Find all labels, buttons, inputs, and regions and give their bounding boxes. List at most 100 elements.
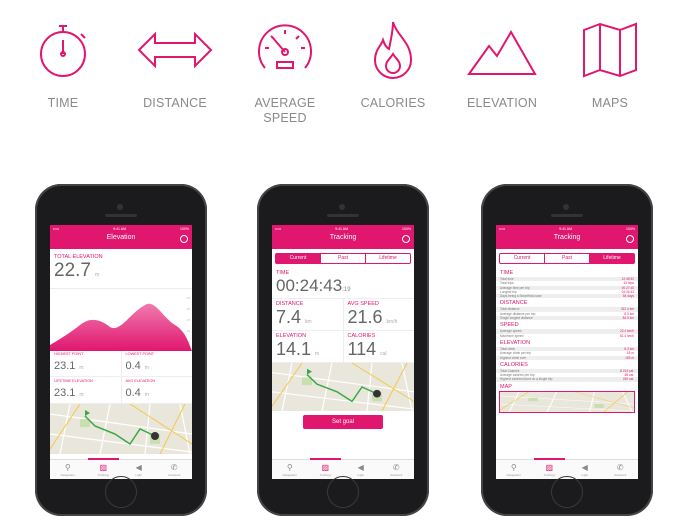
settings-gear-icon[interactable] — [626, 235, 634, 243]
tab-navigation[interactable]: ⚲ Navigation — [272, 460, 308, 479]
tracking-icon: ▨ — [99, 463, 108, 472]
speedometer-icon — [258, 24, 312, 69]
segment-lifetime[interactable]: Lifetime — [589, 254, 634, 263]
clock: 9:41 AM — [335, 227, 349, 231]
tab-label: Light — [135, 473, 142, 477]
home-button[interactable] — [105, 476, 137, 508]
map-icon — [583, 22, 637, 78]
clock: 9:41 AM — [113, 227, 127, 231]
tracking-icon: ▨ — [321, 463, 330, 472]
stat-label: Highest climb ever — [500, 355, 527, 360]
battery: 100% — [180, 227, 189, 231]
unit: km — [305, 319, 312, 325]
unit: cal — [380, 351, 387, 357]
clock: 9:41 AM — [559, 227, 573, 231]
feature-label: MAPS — [591, 96, 629, 110]
stat-label: Single longest distance — [500, 316, 533, 321]
stat-value: 153 m — [625, 355, 634, 360]
phone-tracking-lifetime: ••••• 9:41 AM 100% Tracking Current Past Lif… — [481, 184, 653, 516]
feature-label: DISTANCE — [143, 96, 207, 110]
feature-time: TIME — [13, 18, 113, 111]
tab-label: Tracking — [319, 473, 331, 477]
tab-label: Navigation — [282, 473, 297, 477]
tab-assistant[interactable]: ✆ Assistant — [157, 460, 193, 479]
route-map[interactable] — [50, 404, 192, 454]
set-goal-button[interactable]: Set goal — [303, 415, 383, 429]
tick-label: 5 — [188, 340, 190, 344]
segment-current[interactable]: Current — [276, 254, 320, 263]
feature-calories: CALORIES — [343, 18, 443, 111]
tab-navigation[interactable]: ⚲ Navigation — [496, 460, 532, 479]
stat-label: HIGHEST POINT — [54, 352, 84, 356]
feature-label: CALORIES — [360, 96, 426, 110]
home-button[interactable] — [551, 476, 583, 508]
segment-past[interactable]: Past — [320, 254, 365, 263]
settings-gear-icon[interactable] — [180, 235, 188, 243]
stat-value: 84 days — [622, 294, 634, 299]
tab-label: Light — [357, 473, 364, 477]
tab-label: Assistant — [614, 473, 627, 477]
phone-elevation: ••••• 9:41 AM 100% Elevation TOTAL ELEVATI… — [35, 184, 207, 516]
segment-lifetime[interactable]: Lifetime — [365, 254, 410, 263]
map-section-label: MAP — [500, 383, 512, 390]
avg-speed-value: 21.6 — [347, 307, 383, 327]
stat-label: Days being a SmartHalo user — [500, 294, 542, 299]
light-icon: ◀ — [135, 463, 142, 472]
period-segmented-control: Current Past Lifetime — [499, 253, 635, 264]
unit: m — [79, 365, 84, 371]
feature-label: ELEVATION — [466, 96, 538, 110]
tracking-icon: ▨ — [545, 463, 554, 472]
tab-assistant[interactable]: ✆ Assistant — [603, 460, 639, 479]
feature-maps: MAPS — [560, 18, 660, 111]
route-map[interactable] — [272, 363, 414, 411]
section-title: ELEVATION — [500, 339, 531, 346]
carrier: ••••• — [53, 227, 60, 231]
screen-title: Tracking — [329, 234, 357, 241]
stat-label: Maximum speed — [500, 333, 524, 338]
tick-label: 20 — [186, 307, 190, 311]
section-title: SPEED — [500, 322, 519, 329]
feature-label: AVERAGE SPEED — [254, 96, 316, 125]
time-value: 00:24:43 — [276, 276, 343, 295]
section-title: CALORIES — [500, 361, 528, 368]
carrier: ••••• — [275, 227, 282, 231]
unit: m — [315, 351, 320, 357]
navigation-icon: ⚲ — [510, 463, 517, 472]
home-button[interactable] — [327, 476, 359, 508]
map-tiles — [50, 404, 192, 454]
tick-label: 25 — [186, 296, 190, 300]
tab-label: Tracking — [97, 473, 109, 477]
assistant-icon: ✆ — [170, 463, 178, 472]
section-title: TIME — [500, 270, 514, 276]
stat-label: LIFETIME ELEVATION — [54, 379, 93, 383]
screen-title: Elevation — [106, 234, 136, 241]
header: ••••• 9:41 AM 100% Tracking — [272, 225, 414, 249]
header: ••••• 9:41 AM 100% Tracking — [496, 225, 638, 249]
tab-assistant[interactable]: ✆ Assistant — [379, 460, 415, 479]
tick-label: 15 — [186, 318, 190, 322]
settings-gear-icon[interactable] — [402, 235, 410, 243]
period-segmented-control: Current Past Lifetime — [275, 253, 411, 264]
tick-label: 10 — [186, 329, 190, 333]
distance-value: 7.4 — [276, 307, 302, 327]
stopwatch-icon — [40, 25, 86, 77]
unit: m — [144, 365, 149, 371]
header: ••••• 9:41 AM 100% Elevation — [50, 225, 192, 249]
feature-average-speed: AVERAGE SPEED — [235, 18, 335, 126]
calories-value: 114 — [347, 339, 377, 359]
stat-value: 0.4 — [125, 360, 141, 372]
segment-past[interactable]: Past — [544, 254, 589, 263]
lifetime-stats: TIME Total time 12:45:52 Total trips 43 trip… — [496, 268, 638, 382]
tab-navigation[interactable]: ⚲ Navigation — [50, 460, 86, 479]
route-map[interactable] — [499, 390, 635, 413]
stat-value: 249 cal. — [622, 377, 634, 382]
double-arrow-icon — [137, 31, 213, 69]
screen-title: Tracking — [553, 234, 581, 241]
light-icon: ◀ — [581, 463, 588, 472]
feature-label: TIME — [47, 96, 79, 110]
battery: 100% — [402, 227, 411, 231]
feature-elevation: ELEVATION — [452, 18, 552, 111]
flame-icon — [373, 21, 413, 79]
tab-label: Tracking — [543, 473, 555, 477]
segment-current[interactable]: Current — [500, 254, 544, 263]
